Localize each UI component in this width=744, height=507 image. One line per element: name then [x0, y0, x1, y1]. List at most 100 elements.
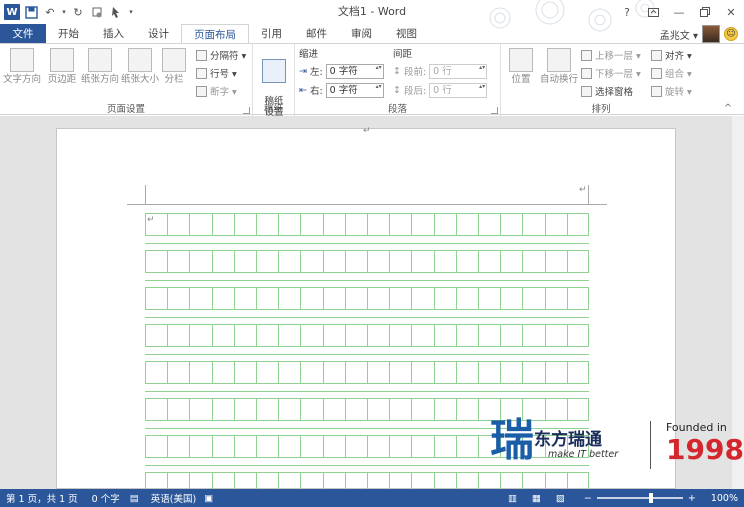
group-objects-button[interactable]: 组合 ▾	[651, 65, 692, 81]
rotate-button[interactable]: 旋转 ▾	[651, 83, 692, 99]
line-numbers-icon	[196, 67, 207, 79]
zoom-slider[interactable]	[596, 493, 683, 503]
indent-left-row: ⇥ 左: 0 字符	[299, 63, 384, 79]
line-numbers-button[interactable]: 行号 ▾	[196, 65, 237, 81]
word-logo-icon[interactable]: W	[4, 4, 20, 20]
tab-file[interactable]: 文件	[0, 24, 46, 44]
indent-left-spinner[interactable]: 0 字符	[325, 63, 384, 79]
word-window: W ↶ ▾ ↻ ▾ 文档1 - Word ? — ✕ 文件 开始 插入 设计 页…	[0, 0, 744, 507]
user-account[interactable]: 孟兆文 ▾ ☺	[660, 24, 738, 44]
indent-right-spinner[interactable]: 0 字符	[325, 82, 384, 98]
send-backward-button[interactable]: 下移一层 ▾	[581, 65, 641, 81]
margins-icon	[50, 48, 74, 72]
zoom-in-button[interactable]: +	[688, 493, 696, 504]
wrap-text-button[interactable]: 自动换行	[539, 48, 579, 85]
zoom-slider-thumb[interactable]	[648, 493, 653, 503]
user-name[interactable]: 孟兆文 ▾	[660, 27, 698, 42]
undo-icon[interactable]: ↶	[42, 4, 58, 20]
tab-view[interactable]: 视图	[384, 24, 429, 44]
align-label: 对齐 ▾	[665, 51, 692, 62]
brand-watermark: 瑞 东方瑞通 make IT better Founded in 1998	[490, 411, 744, 475]
zoom-out-button[interactable]: −	[584, 493, 592, 504]
group-arrange: 位置 自动换行 上移一层 ▾ 下移一层 ▾ 选择窗格 对齐 ▾ 组合 ▾ 旋转 …	[501, 44, 701, 116]
indent-left-icon: ⇥	[299, 65, 307, 77]
spacing-after-spinner[interactable]: 0 行	[429, 82, 488, 98]
selection-pane-label: 选择窗格	[595, 87, 634, 98]
window-title: 文档1 - Word	[337, 5, 407, 18]
spacing-heading: 间距	[393, 49, 413, 60]
zoom-controls: ▥ ▦ ▧ − + 100%	[508, 489, 738, 507]
text-direction-icon	[10, 48, 34, 72]
print-layout-icon[interactable]: ▦	[532, 493, 541, 504]
breaks-icon	[196, 49, 207, 61]
align-button[interactable]: 对齐 ▾	[651, 47, 692, 63]
tab-mailings[interactable]: 邮件	[294, 24, 339, 44]
header-separator-line	[127, 204, 607, 205]
wrap-text-label: 自动换行	[539, 74, 578, 85]
page-count-status[interactable]: 第 1 页，共 1 页	[6, 491, 78, 505]
group-manuscript: 稿纸 设置 稿纸	[253, 44, 295, 118]
touch-mode-icon[interactable]	[89, 4, 105, 20]
breaks-button[interactable]: 分隔符 ▾	[196, 47, 246, 63]
orientation-button[interactable]: 纸张方向	[80, 48, 120, 85]
send-backward-icon	[581, 67, 592, 79]
feedback-smiley-icon[interactable]: ☺	[724, 27, 738, 41]
rotate-icon	[651, 85, 662, 97]
bring-forward-button[interactable]: 上移一层 ▾	[581, 47, 641, 63]
help-button[interactable]: ?	[614, 0, 640, 24]
page-setup-launcher-icon[interactable]	[243, 107, 250, 114]
group-paragraph: 缩进 间距 ⇥ 左: 0 字符 ⇤ 右: 0 字符 ↕ 段前: 0 行 ↕ 段后…	[295, 44, 501, 116]
position-label: 位置	[511, 74, 531, 85]
avatar[interactable]	[702, 25, 720, 43]
tab-review[interactable]: 审阅	[339, 24, 384, 44]
ribbon: 文字方向 页边距 纸张方向 纸张大小 分栏 分隔符 ▾ 行号 ▾ 断字 ▾ 页面…	[0, 43, 744, 118]
indent-left-label: 左:	[309, 67, 323, 78]
line-numbers-label: 行号 ▾	[210, 69, 237, 80]
tab-home[interactable]: 开始	[46, 24, 91, 44]
paragraph-launcher-icon[interactable]	[491, 107, 498, 114]
restore-icon[interactable]	[692, 0, 718, 24]
customize-qat-icon[interactable]: ▾	[127, 4, 135, 20]
margins-label: 页边距	[47, 74, 77, 85]
breaks-label: 分隔符 ▾	[210, 51, 247, 62]
margins-button[interactable]: 页边距	[42, 48, 82, 85]
zoom-level[interactable]: 100%	[711, 493, 738, 504]
spacing-before-spinner[interactable]: 0 行	[429, 63, 488, 79]
redo-icon[interactable]: ↻	[70, 4, 86, 20]
brand-slogan: make IT better	[548, 449, 619, 460]
columns-icon	[162, 48, 186, 72]
columns-button[interactable]: 分栏	[158, 48, 190, 85]
margin-corner-right	[588, 185, 589, 204]
macro-icon[interactable]: ▣	[204, 493, 213, 504]
web-layout-icon[interactable]: ▧	[556, 493, 565, 504]
position-button[interactable]: 位置	[503, 48, 539, 85]
status-bar: 第 1 页，共 1 页 0 个字 ▤ 英语(美国) ▣ ▥ ▦ ▧ − + 10…	[0, 489, 744, 507]
tab-insert[interactable]: 插入	[91, 24, 136, 44]
group-objects-icon	[651, 67, 662, 79]
pointer-icon[interactable]	[108, 4, 124, 20]
collapse-ribbon-icon[interactable]: ^	[724, 100, 732, 116]
selection-pane-button[interactable]: 选择窗格	[581, 83, 633, 99]
close-icon[interactable]: ✕	[718, 0, 744, 24]
indent-right-icon: ⇤	[299, 84, 307, 96]
tab-page-layout[interactable]: 页面布局	[181, 24, 249, 44]
language-status[interactable]: 英语(美国)	[151, 491, 196, 505]
hyphenation-button[interactable]: 断字 ▾	[196, 83, 237, 99]
size-button[interactable]: 纸张大小	[120, 48, 160, 85]
send-backward-label: 下移一层 ▾	[595, 69, 641, 80]
save-icon[interactable]	[23, 4, 39, 20]
word-count-status[interactable]: 0 个字	[92, 491, 120, 505]
tab-references[interactable]: 引用	[249, 24, 294, 44]
group-objects-label: 组合 ▾	[665, 69, 692, 80]
spacing-before-label: 段前:	[403, 67, 427, 78]
header-right-mark: ↵	[579, 185, 587, 195]
undo-dropdown-icon[interactable]: ▾	[61, 4, 67, 20]
read-mode-icon[interactable]: ▥	[508, 493, 517, 504]
proofing-icon[interactable]: ▤	[130, 493, 139, 504]
ribbon-display-icon[interactable]	[640, 0, 666, 24]
tab-design[interactable]: 设计	[136, 24, 181, 44]
bring-forward-icon	[581, 49, 592, 61]
text-direction-button[interactable]: 文字方向	[2, 48, 42, 85]
hyphenation-icon	[196, 85, 207, 97]
minimize-icon[interactable]: —	[666, 0, 692, 24]
